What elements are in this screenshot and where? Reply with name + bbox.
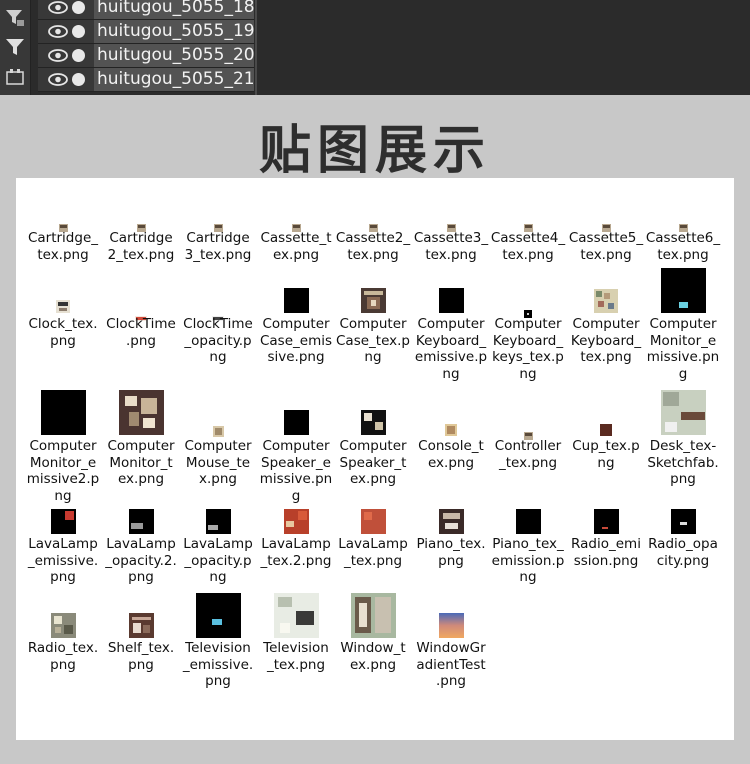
- file-thumbnail: [360, 410, 386, 440]
- layer-link-dot-icon[interactable]: [72, 1, 85, 14]
- file-name: Computer Monitor_e missive2.p ng: [26, 438, 100, 504]
- file-name: Window_t ex.png: [340, 640, 406, 673]
- file-name: Computer Speaker_t ex.png: [339, 438, 407, 487]
- layer-controls: [38, 68, 94, 91]
- file-name: Cassette_t ex.png: [260, 230, 332, 263]
- file-thumbnail: [283, 509, 309, 539]
- layer-name[interactable]: huitugou_5055_18: [94, 0, 255, 19]
- file-thumbnail: [660, 268, 706, 318]
- file-name: Cassette5_ tex.png: [568, 230, 644, 263]
- layer-row[interactable]: huitugou_5055_19: [38, 20, 255, 44]
- file-name: Radio_emi ssion.png: [571, 536, 641, 569]
- file-name: Cartridge 3_tex.png: [184, 230, 252, 263]
- panel-tool-strip: [0, 0, 31, 95]
- filter-icon[interactable]: [4, 37, 26, 57]
- file-name: Computer Monitor_t ex.png: [107, 438, 175, 487]
- file-name: Television _emissive. png: [182, 640, 254, 689]
- file-name: LavaLamp _tex.2.png: [260, 536, 332, 569]
- file-thumbnail: [660, 390, 706, 440]
- visibility-eye-icon[interactable]: [48, 49, 68, 67]
- file-name: Computer Monitor_e missive.pn g: [646, 316, 720, 382]
- file-name: Radio_opa city.png: [648, 536, 718, 569]
- file-name: Computer Keyboard_ emissive.p ng: [414, 316, 488, 382]
- file-thumbnail: [128, 509, 154, 539]
- filter-adjust-icon[interactable]: [4, 8, 26, 28]
- file-thumbnail: [205, 509, 231, 539]
- file-name: LavaLamp _opacity.p ng: [183, 536, 253, 585]
- file-name: Cassette6_ tex.png: [645, 230, 721, 263]
- file-name: Television _tex.png: [263, 640, 329, 673]
- layer-controls: [38, 44, 94, 67]
- visibility-eye-icon[interactable]: [48, 1, 68, 19]
- layer-name[interactable]: huitugou_5055_20: [94, 44, 255, 67]
- file-name: Computer Case_tex.p ng: [336, 316, 410, 365]
- layer-link-dot-icon[interactable]: [72, 73, 85, 86]
- file-thumbnail: [350, 593, 396, 643]
- file-name: Radio_tex. png: [27, 640, 99, 673]
- file-thumbnail: [118, 390, 164, 440]
- file-name: Cartridge 2_tex.png: [107, 230, 175, 263]
- file-thumbnail: [594, 289, 618, 318]
- file-name: LavaLamp _tex.png: [338, 536, 408, 569]
- file-thumbnail: [360, 509, 386, 539]
- file-thumbnail: [360, 288, 386, 318]
- file-thumbnail: [40, 390, 86, 440]
- file-name: Cassette4_ tex.png: [490, 230, 566, 263]
- visibility-eye-icon[interactable]: [48, 25, 68, 43]
- layer-link-dot-icon[interactable]: [72, 49, 85, 62]
- file-name: ClockTime .png: [106, 316, 176, 349]
- file-grid: Cartridge_ tex.png Cartridge 2_tex.png Car…: [16, 178, 734, 740]
- layer-name[interactable]: huitugou_5055_21: [94, 68, 255, 91]
- layer-row[interactable]: huitugou_5055_20: [38, 44, 255, 68]
- file-name: Computer Case_emis sive.png: [259, 316, 333, 365]
- panel-divider: [255, 0, 257, 95]
- visibility-eye-icon[interactable]: [48, 73, 68, 91]
- file-name: Computer Mouse_te x.png: [184, 438, 252, 487]
- layer-row[interactable]: huitugou_5055_21: [38, 68, 255, 92]
- file-name: Clock_tex. png: [28, 316, 98, 349]
- layer-row[interactable]: huitugou_5055_18: [38, 0, 255, 20]
- file-name: Console_t ex.png: [418, 438, 484, 471]
- file-thumbnail: [50, 613, 76, 643]
- file-thumbnail: [438, 509, 464, 539]
- file-name: Piano_tex. png: [416, 536, 486, 569]
- file-name: Computer Keyboard_ keys_tex.p ng: [492, 316, 564, 382]
- layer-controls: [38, 0, 94, 19]
- file-thumbnail: [593, 509, 619, 539]
- file-name: Desk_tex- Sketchfab. png: [647, 438, 719, 487]
- file-name: Computer Speaker_e missive.pn g: [259, 438, 333, 504]
- file-name: Shelf_tex. png: [107, 640, 175, 673]
- file-name: Cup_tex.p ng: [572, 438, 640, 471]
- file-name: LavaLamp _opacity.2. png: [105, 536, 177, 585]
- file-thumbnail: [670, 509, 696, 539]
- file-thumbnail: [438, 288, 464, 318]
- layer-link-dot-icon[interactable]: [72, 25, 85, 38]
- layer-name[interactable]: huitugou_5055_19: [94, 20, 255, 43]
- file-name: Cassette3_ tex.png: [413, 230, 489, 263]
- file-thumbnail: [438, 613, 464, 643]
- file-thumbnail: [50, 509, 76, 539]
- layer-controls: [38, 20, 94, 43]
- page-title: 贴图展示: [258, 121, 491, 181]
- file-name: Computer Keyboard_ tex.png: [570, 316, 642, 365]
- file-thumbnail: [273, 593, 319, 643]
- file-name: WindowGr adientTest .png: [416, 640, 486, 689]
- file-name: LavaLamp _emissive. png: [27, 536, 99, 585]
- file-name: Piano_tex_ emission.p ng: [491, 536, 565, 585]
- file-thumbnail: [515, 509, 541, 539]
- file-thumbnail: [283, 288, 309, 318]
- artboard-icon[interactable]: [4, 67, 26, 87]
- bottom-margin: [0, 740, 750, 764]
- file-name: Cassette2_ tex.png: [335, 230, 411, 263]
- file-thumbnail: [128, 613, 154, 643]
- file-thumbnail: [195, 593, 241, 643]
- file-name: ClockTime _opacity.p ng: [183, 316, 253, 365]
- file-name: Controller _tex.png: [494, 438, 562, 471]
- file-thumbnail: [283, 410, 309, 440]
- file-name: Cartridge_ tex.png: [27, 230, 99, 263]
- layers-panel: huitugou_5055_18 huitugou_5055_19 huitug…: [0, 0, 750, 95]
